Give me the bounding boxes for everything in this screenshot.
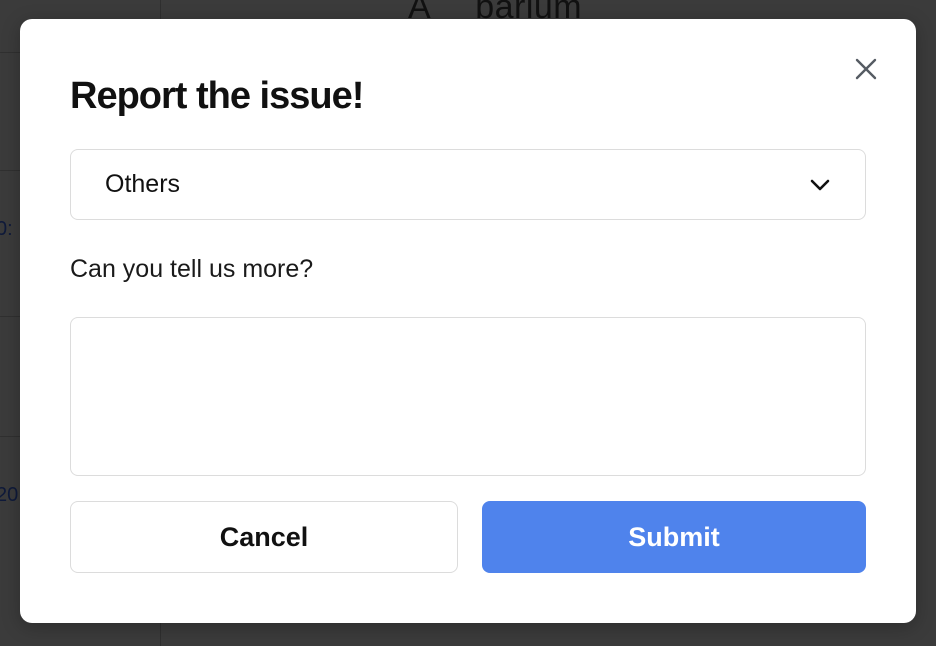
close-button[interactable] — [848, 51, 884, 87]
details-textarea[interactable] — [70, 317, 866, 476]
submit-button[interactable]: Submit — [482, 501, 866, 573]
details-label: Can you tell us more? — [70, 255, 314, 283]
dialog-title: Report the issue! — [70, 75, 364, 117]
background-cell-text: 0: — [0, 218, 13, 240]
background-cell-text: 20 — [0, 484, 19, 506]
issue-type-selected-value: Others — [105, 170, 181, 198]
issue-type-select[interactable]: Others — [70, 149, 866, 220]
report-issue-dialog: Report the issue! Others Can you tell us… — [20, 19, 916, 623]
cancel-button[interactable]: Cancel — [70, 501, 458, 573]
close-icon — [855, 58, 877, 80]
chevron-down-icon — [809, 178, 831, 192]
